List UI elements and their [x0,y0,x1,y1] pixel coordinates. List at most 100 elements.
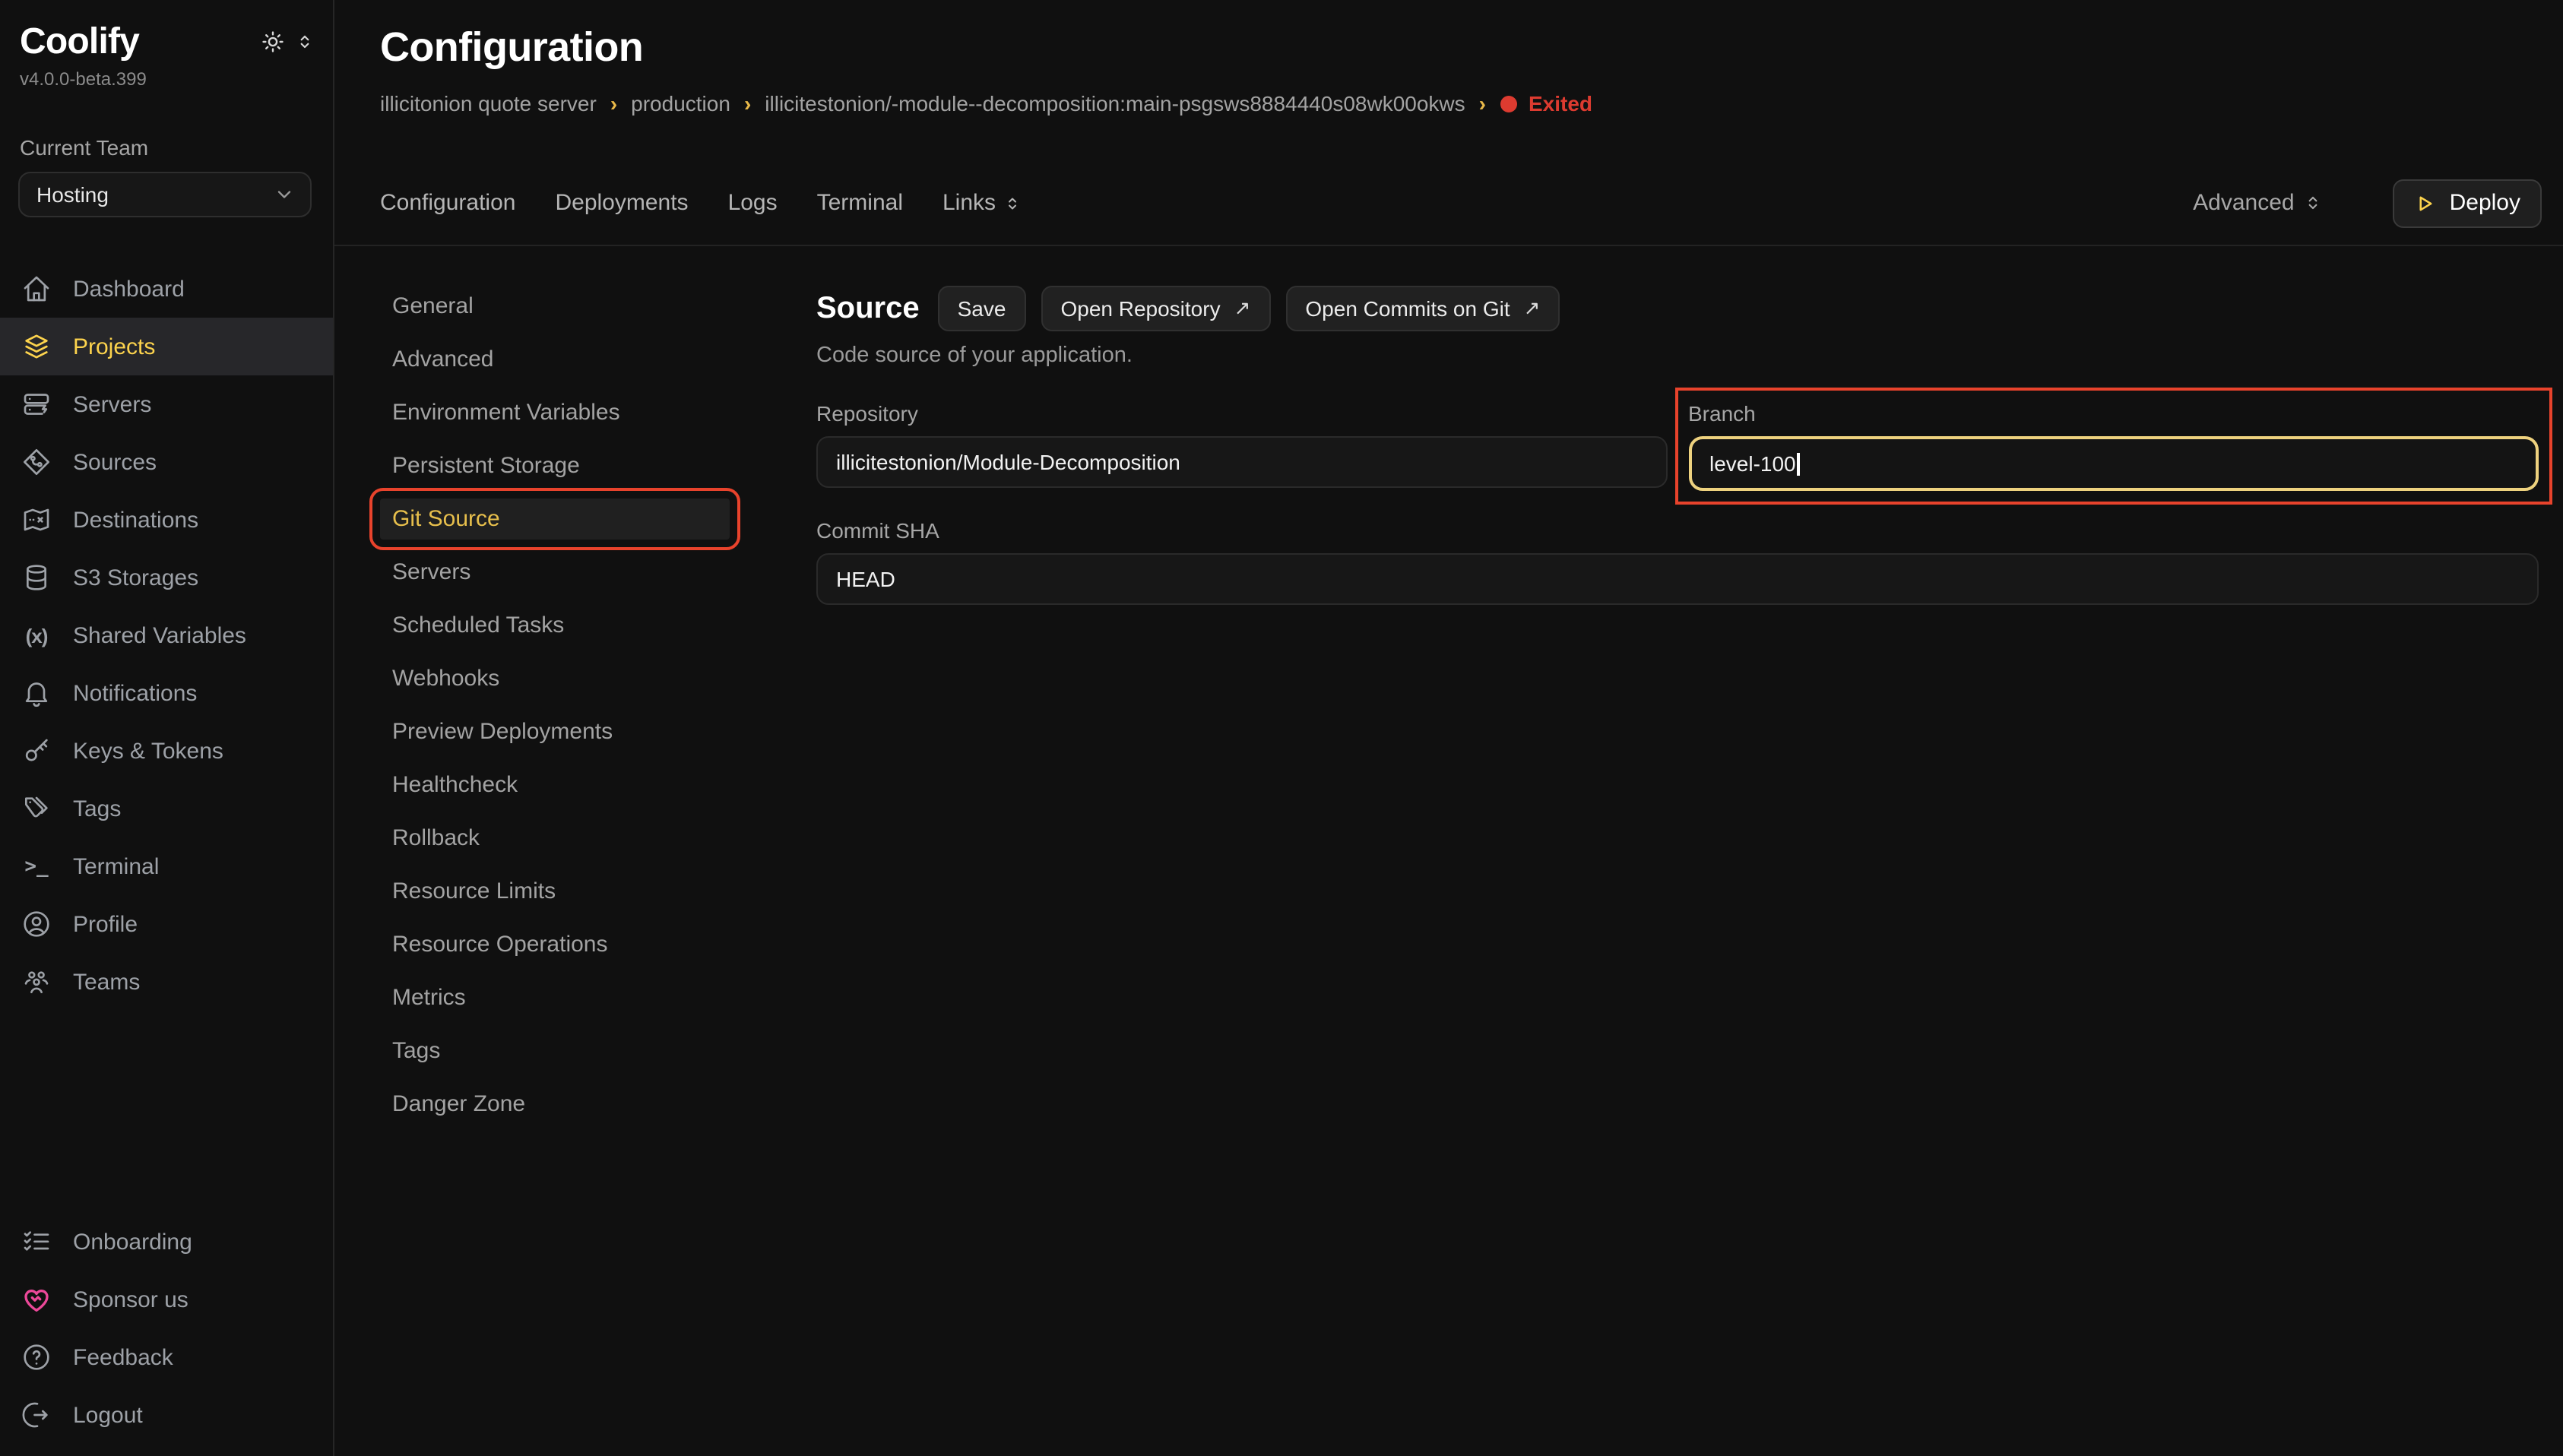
logo-block: Coolify v4.0.0-beta.399 [20,21,147,90]
branch-input[interactable]: level-100 [1688,436,2539,491]
sidebar-item-label: Profile [73,911,138,937]
sidebar-item-label: Feedback [73,1344,173,1370]
sidebar-item-label: Tags [73,796,121,821]
heart-icon [21,1284,52,1315]
checklist-icon [21,1227,52,1257]
submenu-item-scheduled-tasks[interactable]: Scheduled Tasks [380,605,730,646]
deploy-label: Deploy [2450,190,2520,216]
tab-links-label: Links [943,190,996,216]
tab-links[interactable]: Links [943,190,1022,216]
sidebar-item-tags[interactable]: Tags [0,780,333,837]
config-submenu: General Advanced Environment Variables P… [380,286,730,1456]
submenu-item-persistent-storage[interactable]: Persistent Storage [380,445,730,486]
content: General Advanced Environment Variables P… [334,246,2563,1456]
theme-selector-icon[interactable] [295,32,315,52]
sidebar-item-sponsor[interactable]: Sponsor us [0,1271,333,1328]
deploy-button[interactable]: Deploy [2394,179,2542,227]
submenu-item-resource-limits[interactable]: Resource Limits [380,871,730,912]
tab-logs[interactable]: Logs [728,190,778,216]
tab-terminal[interactable]: Terminal [817,190,903,216]
source-form: Repository Branch level-100 Commit SHA [816,401,2539,605]
server-icon [21,389,52,419]
submenu-item-preview-deployments[interactable]: Preview Deployments [380,711,730,752]
commit-sha-field-group: Commit SHA [816,518,2539,605]
save-button[interactable]: Save [938,286,1026,331]
sidebar-item-label: Notifications [73,680,197,706]
layers-icon [21,331,52,362]
status-dot-icon [1500,95,1516,112]
sidebar-item-keys-tokens[interactable]: Keys & Tokens [0,722,333,780]
source-title: Source [816,291,920,326]
branch-label: Branch [1688,401,2539,426]
sidebar-item-notifications[interactable]: Notifications [0,664,333,722]
sidebar-item-label: Terminal [73,853,159,879]
source-header-row: Source Save Open Repository ↗ Open Commi… [816,286,2539,331]
sidebar-item-teams[interactable]: Teams [0,953,333,1011]
advanced-dropdown[interactable]: Advanced [2193,190,2323,216]
open-repository-label: Open Repository [1060,296,1220,321]
breadcrumb-application[interactable]: illicitestonion/-module--decomposition:m… [765,91,1465,116]
current-team-label: Current Team [20,135,315,160]
commit-sha-input[interactable] [816,553,2539,605]
submenu-item-general[interactable]: General [380,286,730,327]
submenu-item-metrics[interactable]: Metrics [380,977,730,1018]
breadcrumb-environment[interactable]: production [631,91,730,116]
sidebar-item-label: S3 Storages [73,565,198,590]
sun-icon[interactable] [260,29,286,55]
sidebar-item-logout[interactable]: Logout [0,1386,333,1444]
team-select-value: Hosting [36,182,109,207]
sidebar-item-shared-variables[interactable]: (x) Shared Variables [0,606,333,664]
sidebar-item-onboarding[interactable]: Onboarding [0,1213,333,1271]
submenu-item-tags[interactable]: Tags [380,1030,730,1071]
submenu-item-resource-operations[interactable]: Resource Operations [380,924,730,965]
submenu-item-rollback[interactable]: Rollback [380,818,730,859]
main-area: Configuration illicitonion quote server … [334,0,2563,1456]
sidebar-item-sources[interactable]: Sources [0,433,333,491]
tab-configuration[interactable]: Configuration [380,190,515,216]
breadcrumb-project[interactable]: illicitonion quote server [380,91,597,116]
submenu-item-advanced[interactable]: Advanced [380,339,730,380]
sidebar-item-servers[interactable]: Servers [0,375,333,433]
sidebar-item-terminal[interactable]: >_ Terminal [0,837,333,895]
terminal-icon: >_ [21,851,52,882]
sidebar-item-label: Dashboard [73,276,185,302]
submenu-item-danger-zone[interactable]: Danger Zone [380,1084,730,1125]
sidebar-footer-nav: Onboarding Sponsor us Feedback Logout [0,1213,333,1444]
sidebar-item-projects[interactable]: Projects [0,318,333,375]
status-label: Exited [1529,91,1592,116]
tab-deployments[interactable]: Deployments [555,190,688,216]
external-link-icon: ↗ [1234,296,1251,321]
sidebar: Coolify v4.0.0-beta.399 Current Team Hos… [0,0,334,1456]
home-icon [21,274,52,304]
submenu-item-healthcheck[interactable]: Healthcheck [380,764,730,806]
submenu-item-webhooks[interactable]: Webhooks [380,658,730,699]
sidebar-item-profile[interactable]: Profile [0,895,333,953]
git-source-panel: Source Save Open Repository ↗ Open Commi… [816,286,2539,1456]
team-select[interactable]: Hosting [18,172,312,217]
sidebar-item-dashboard[interactable]: Dashboard [0,260,333,318]
chevron-down-icon [274,184,295,205]
sidebar-header: Coolify v4.0.0-beta.399 [0,21,333,90]
sidebar-item-label: Servers [73,391,151,417]
open-repository-button[interactable]: Open Repository ↗ [1041,286,1270,331]
page-header: Configuration illicitonion quote server … [334,0,2563,116]
submenu-item-servers[interactable]: Servers [380,552,730,593]
sidebar-item-label: Onboarding [73,1229,192,1255]
submenu-item-environment-variables[interactable]: Environment Variables [380,392,730,433]
selector-icon [1003,194,1022,212]
app-version: v4.0.0-beta.399 [20,68,147,90]
sidebar-item-feedback[interactable]: Feedback [0,1328,333,1386]
repository-label: Repository [816,401,1667,426]
sidebar-item-destinations[interactable]: Destinations [0,491,333,549]
open-commits-button[interactable]: Open Commits on Git ↗ [1285,286,1560,331]
sidebar-item-s3-storages[interactable]: S3 Storages [0,549,333,606]
submenu-item-git-source[interactable]: Git Source [380,499,730,540]
selector-icon [2304,193,2324,213]
theme-controls [260,29,315,55]
tabbar: Configuration Deployments Logs Terminal … [334,161,2563,246]
app-logo[interactable]: Coolify [20,21,147,64]
tag-icon [21,793,52,824]
sidebar-item-label: Projects [73,334,155,359]
sidebar-item-label: Logout [73,1402,143,1428]
repository-input[interactable] [816,436,1667,488]
